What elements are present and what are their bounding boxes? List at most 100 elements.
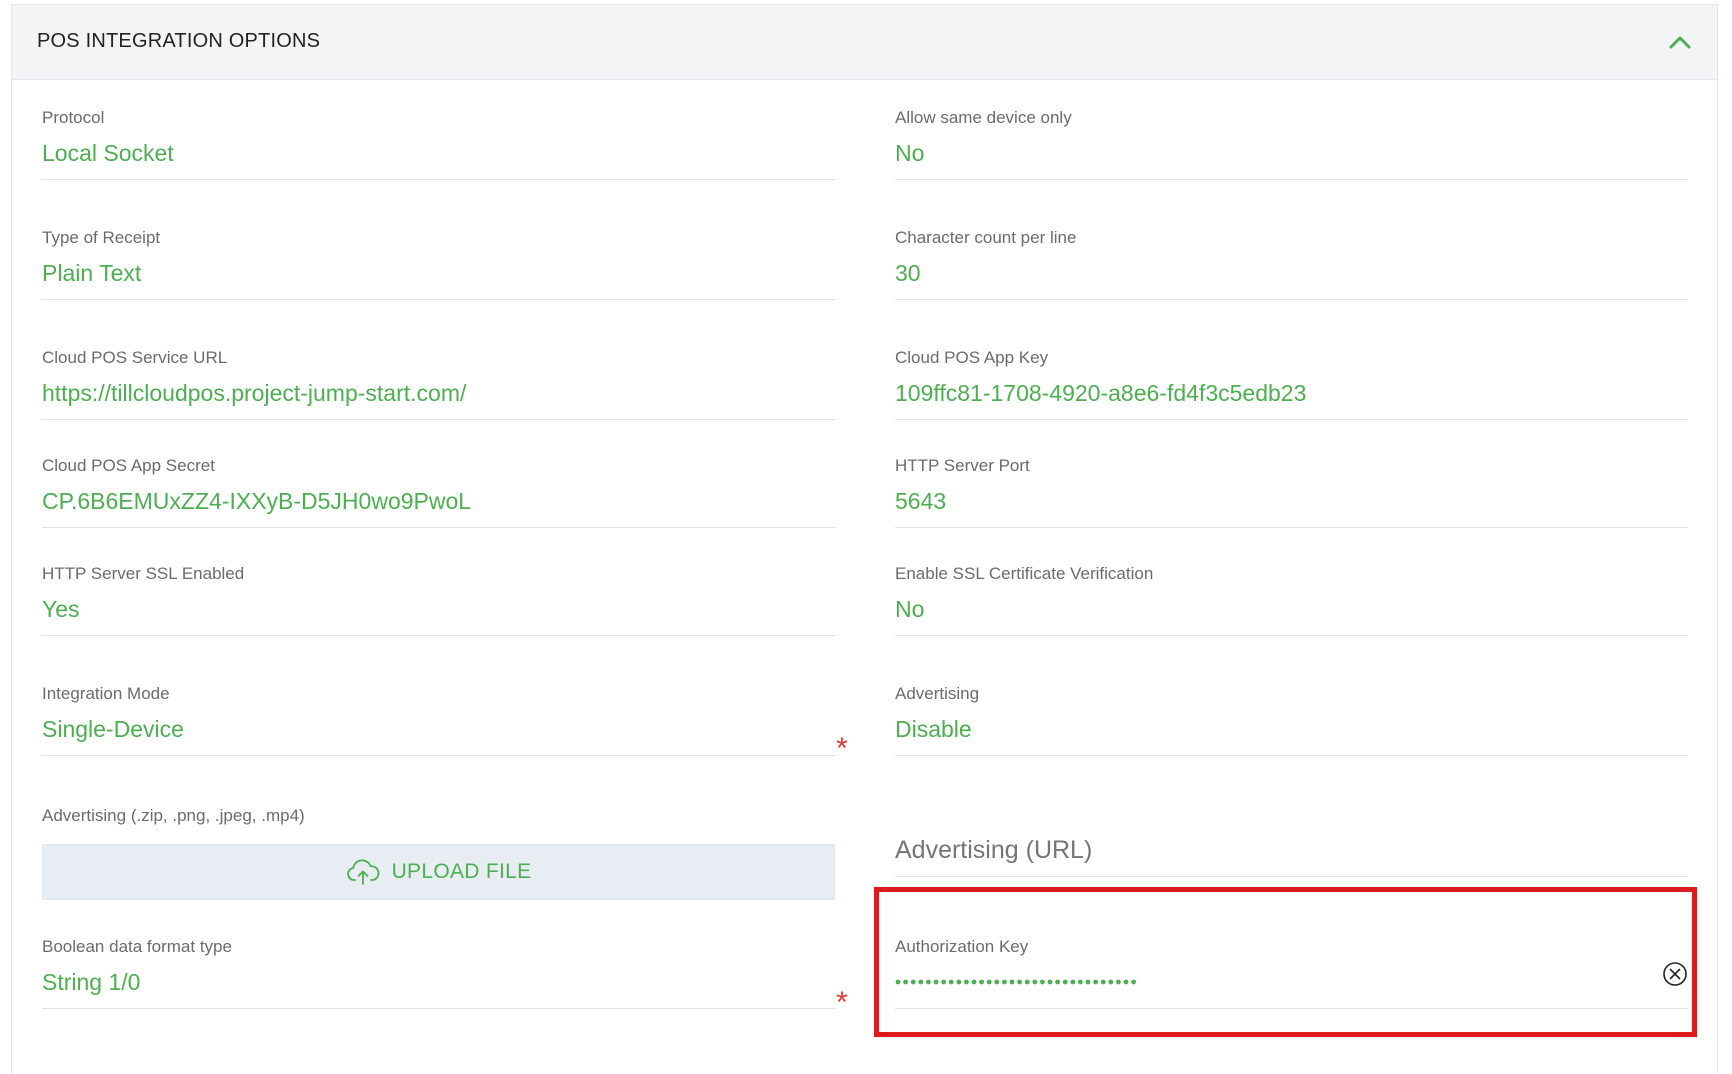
cloud-url-label: Cloud POS Service URL (42, 348, 228, 367)
ssl-verify-underline (895, 635, 1688, 636)
masked-char-dot (895, 979, 901, 985)
cloud-app-secret-value: CP.6B6EMUxZZ4-IXXyB-D5JH0wo9PwoL (42, 488, 472, 514)
allow-same-device-value: No (895, 140, 925, 166)
cloud-app-key-value: 109ffc81-1708-4920-a8e6-fd4f3c5edb23 (895, 380, 1307, 406)
ssl-verify-label: Enable SSL Certificate Verification (895, 564, 1154, 583)
ssl-verify-field[interactable]: Enable SSL Certificate Verification No (895, 562, 1688, 637)
allow-same-device-field[interactable]: Allow same device only No (895, 106, 1688, 181)
cloud-app-secret-field[interactable]: Cloud POS App Secret CP.6B6EMUxZZ4-IXXyB… (42, 454, 835, 529)
advertising-value: Disable (895, 716, 972, 742)
masked-char-dot (933, 979, 939, 985)
advertising-field[interactable]: Advertising Disable (895, 682, 1688, 757)
masked-char-dot (1002, 979, 1007, 985)
masked-char-dot (1047, 979, 1053, 985)
cloud-upload-icon (346, 859, 379, 885)
integration-mode-required-mark: * (836, 732, 848, 765)
integration-mode-underline (42, 755, 835, 756)
cloud-url-value: https://tillcloudpos.project-jump-start.… (42, 380, 467, 406)
masked-char-dot (1040, 979, 1045, 985)
http-port-underline (895, 527, 1688, 528)
cloud-app-key-label: Cloud POS App Key (895, 348, 1049, 367)
authorization-key-underline (895, 1008, 1688, 1009)
masked-char-dot (1116, 979, 1121, 985)
http-port-value: 5643 (895, 488, 947, 514)
boolean-format-label: Boolean data format type (42, 937, 232, 956)
advertising-underline (895, 755, 1688, 756)
receipt-type-field[interactable]: Type of Receipt Plain Text (42, 226, 835, 301)
masked-char-dot (1093, 979, 1098, 985)
masked-char-dot (1123, 979, 1129, 985)
masked-char-dot (1055, 979, 1060, 985)
masked-char-dot (926, 979, 931, 985)
integration-mode-label: Integration Mode (42, 684, 170, 703)
receipt-type-value: Plain Text (42, 260, 142, 286)
advertising-url-field[interactable]: Advertising (URL) (895, 830, 1688, 878)
advertising-url-placeholder: Advertising (URL) (895, 836, 1093, 864)
masked-char-dot (918, 979, 924, 985)
masked-char-dot (1085, 979, 1091, 985)
http-port-field[interactable]: HTTP Server Port 5643 (895, 454, 1688, 529)
ssl-enabled-field[interactable]: HTTP Server SSL Enabled Yes (42, 562, 835, 637)
char-count-value: 30 (895, 260, 921, 286)
cloud-app-secret-label: Cloud POS App Secret (42, 456, 215, 475)
cloud-url-field[interactable]: Cloud POS Service URL https://tillcloudp… (42, 346, 835, 421)
integration-mode-field[interactable]: Integration Mode Single-Device (42, 682, 835, 757)
masked-char-dot (1017, 979, 1022, 985)
cloud-app-secret-underline (42, 527, 835, 528)
masked-char-dot (1032, 979, 1038, 985)
allow-same-device-underline (895, 179, 1688, 180)
panel-header[interactable]: POS INTEGRATION OPTIONS (12, 5, 1717, 80)
masked-char-dot (1024, 979, 1030, 985)
allow-same-device-label: Allow same device only (895, 108, 1072, 127)
upload-file-button[interactable]: UPLOAD FILE (42, 844, 835, 900)
protocol-field[interactable]: Protocol Local Socket (42, 106, 835, 181)
masked-char-dot (1062, 979, 1068, 985)
chevron-up-icon[interactable] (1663, 25, 1697, 59)
advertising-url-underline (895, 876, 1688, 877)
advertising-label: Advertising (895, 684, 980, 703)
panel-title: POS INTEGRATION OPTIONS (37, 30, 321, 52)
protocol-underline (42, 179, 835, 180)
char-count-label: Character count per line (895, 228, 1077, 247)
ssl-enabled-underline (42, 635, 835, 636)
masked-char-dot (979, 979, 984, 985)
masked-char-dot (910, 979, 916, 985)
integration-mode-value: Single-Device (42, 716, 184, 742)
masked-char-dot (964, 979, 969, 985)
masked-char-dot (971, 979, 977, 985)
boolean-format-field[interactable]: Boolean data format type String 1/0 (42, 935, 835, 1010)
masked-char-dot (994, 979, 1000, 985)
upload-file-label: UPLOAD FILE (391, 860, 532, 883)
boolean-format-underline (42, 1008, 835, 1009)
masked-char-dot (1078, 979, 1083, 985)
masked-char-dot (986, 979, 992, 985)
char-count-field[interactable]: Character count per line 30 (895, 226, 1688, 301)
authorization-key-label: Authorization Key (895, 937, 1029, 956)
masked-char-dot (1100, 979, 1106, 985)
masked-char-dot (941, 979, 946, 985)
authorization-key-masked-value (895, 979, 1136, 985)
masked-char-dot (956, 979, 962, 985)
receipt-type-label: Type of Receipt (42, 228, 161, 247)
masked-char-dot (1009, 979, 1015, 985)
char-count-underline (895, 299, 1688, 300)
boolean-format-value: String 1/0 (42, 969, 141, 995)
protocol-label: Protocol (42, 108, 105, 127)
receipt-type-underline (42, 299, 835, 300)
cloud-app-key-underline (895, 419, 1688, 420)
ssl-enabled-value: Yes (42, 596, 80, 622)
authorization-key-field[interactable]: Authorization Key (895, 935, 1688, 1010)
masked-char-dot (1131, 979, 1136, 985)
masked-char-dot (948, 979, 954, 985)
ssl-enabled-label: HTTP Server SSL Enabled (42, 564, 245, 583)
http-port-label: HTTP Server Port (895, 456, 1030, 475)
cloud-url-underline (42, 419, 835, 420)
masked-char-dot (1108, 979, 1114, 985)
boolean-format-required-mark: * (836, 986, 848, 1019)
masked-char-dot (903, 979, 908, 985)
advertising-file-label: Advertising (.zip, .png, .jpeg, .mp4) (42, 806, 305, 825)
protocol-value: Local Socket (42, 140, 174, 166)
cloud-app-key-field[interactable]: Cloud POS App Key 109ffc81-1708-4920-a8e… (895, 346, 1688, 421)
clear-circle-icon[interactable] (1661, 960, 1689, 988)
masked-char-dot (1070, 979, 1076, 985)
